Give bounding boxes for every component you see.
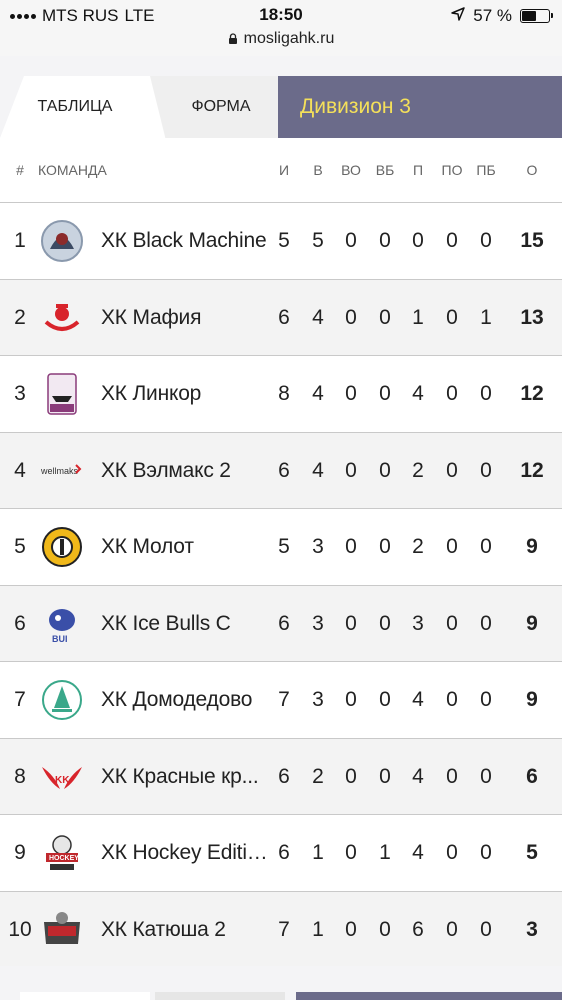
ice-bulls-logo: BUI (40, 602, 84, 646)
battery-percent: 57 % (473, 6, 512, 25)
team-rank: 6 (14, 611, 26, 635)
domodedovo-logo (40, 678, 84, 722)
points-cell: 12 (520, 382, 544, 405)
battery-fill (522, 11, 536, 21)
location-arrow-icon (451, 6, 465, 26)
team-rank: 7 (14, 688, 26, 711)
team-name[interactable]: ХК Мафия (101, 306, 269, 330)
katyusha-logo (40, 908, 84, 952)
table-row[interactable]: 5 ХК Молот 5 3 0 0 2 0 0 9 (0, 508, 562, 584)
team-name[interactable]: ХК Молот (101, 535, 269, 559)
points-cell: 12 (520, 458, 544, 482)
so-losses-cell: 1 (480, 305, 492, 329)
battery-info: 57 % (451, 6, 553, 26)
team-rank: 9 (14, 841, 26, 864)
team-name[interactable]: ХК Красные кр... (101, 765, 269, 789)
table-row[interactable]: 6 BUI ХК Ice Bulls C63003009 (0, 584, 562, 661)
points-cell: 9 (526, 611, 538, 635)
team-rank: 3 (14, 382, 26, 405)
team-rank: 8 (14, 764, 26, 788)
team-name[interactable]: ХК Линкор (101, 382, 269, 406)
points-cell: 5 (526, 841, 538, 864)
krasnye-krylya-logo: KK (40, 755, 84, 799)
team-name[interactable]: ХК Домодедово (101, 688, 269, 712)
bottom-division (296, 992, 562, 1000)
page-top-spacer (0, 56, 562, 76)
status-bar: MTS RUS LTE 18:50 57 % (0, 0, 562, 30)
table-header: # КОМАНДА И В ВО ВБ П ПО ПБ О (0, 138, 562, 202)
col-team: КОМАНДА (38, 162, 107, 178)
points-cell: 13 (520, 305, 544, 329)
table-row[interactable]: 2 ХК Мафия 6 4 0 0 1 0 1 13 (0, 278, 562, 355)
team-name[interactable]: ХК Black Machine (101, 229, 269, 253)
wellmaks-logo: wellmaks (40, 449, 84, 493)
division-selector[interactable]: Дивизион 3 (278, 76, 562, 138)
so-losses-cell: 0 (480, 382, 492, 405)
url-bar[interactable]: mosligahk.ru (0, 30, 562, 56)
table-row[interactable]: 4 wellmaks ХК Вэлмакс 2 6 4 0 0 2 0 0 12 (0, 431, 562, 508)
table-row[interactable]: 3 ХК Линкор 8 4 0 0 4 0 0 12 (0, 355, 562, 431)
lock-icon (228, 33, 238, 44)
so-losses-cell: 0 (480, 611, 492, 635)
svg-text:wellmaks: wellmaks (40, 466, 79, 476)
team-rank: 2 (14, 305, 26, 329)
so-losses-cell: 0 (480, 917, 492, 941)
col-rank: # (16, 162, 24, 178)
points-cell: 15 (520, 229, 544, 252)
table-row[interactable]: 7 ХК Домодедово 7 3 0 0 4 0 0 9 (0, 661, 562, 737)
col-so-losses: ПБ (476, 162, 496, 178)
so-losses-cell: 0 (480, 229, 492, 252)
so-losses-cell: 0 (480, 688, 492, 711)
table-row[interactable]: 8 KK ХК Красные кр... 6 2 0 0 4 0 0 6 (0, 737, 562, 814)
points-cell: 6 (526, 764, 538, 788)
mafia-logo (40, 296, 84, 340)
team-name[interactable]: ХК Ice Bulls C (101, 612, 269, 636)
table-row[interactable]: 10 ХК Катюша 271006003 (0, 890, 562, 967)
table-row[interactable]: 1 ХК Black Machine 5 5 0 0 0 0 0 15 (0, 202, 562, 278)
so-losses-cell: 0 (480, 841, 492, 864)
bottom-tabs-preview (0, 966, 562, 1000)
url-text: mosligahk.ru (243, 30, 335, 47)
tab-form[interactable]: ФОРМА (150, 76, 278, 138)
so-losses-cell: 0 (480, 764, 492, 788)
points-cell: 9 (526, 535, 538, 558)
linkor-logo (40, 372, 84, 416)
bottom-tab-table (20, 992, 150, 1000)
points-cell: 9 (526, 688, 538, 711)
so-losses-cell: 0 (480, 535, 492, 558)
team-name[interactable]: ХК Вэлмакс 2 (101, 459, 269, 483)
team-rank: 5 (14, 535, 26, 558)
points-cell: 3 (526, 917, 538, 941)
black-machine-logo (40, 219, 84, 263)
molot-logo (40, 525, 84, 569)
standings-tabs: ТАБЛИЦА ФОРМА Дивизион 3 (0, 76, 562, 138)
team-name[interactable]: ХК Катюша 2 (101, 918, 269, 942)
svg-text:KK: KK (55, 775, 70, 786)
svg-text:HOCKEY: HOCKEY (49, 855, 79, 862)
svg-text:BUI: BUI (52, 634, 68, 644)
bottom-tab-form (155, 992, 285, 1000)
tab-table[interactable]: ТАБЛИЦА (0, 76, 150, 138)
team-rank: 4 (14, 458, 26, 482)
so-losses-cell: 0 (480, 458, 492, 482)
col-points: О (526, 162, 538, 178)
table-row[interactable]: 9 HOCKEY ХК Hockey Edition 6 1 0 1 4 0 0 5 (0, 814, 562, 890)
team-name[interactable]: ХК Hockey Edition (101, 841, 269, 865)
hockey-edition-logo: HOCKEY (40, 831, 84, 875)
team-rank: 10 (8, 917, 32, 941)
team-rank: 1 (14, 229, 26, 252)
battery-icon (520, 9, 553, 23)
